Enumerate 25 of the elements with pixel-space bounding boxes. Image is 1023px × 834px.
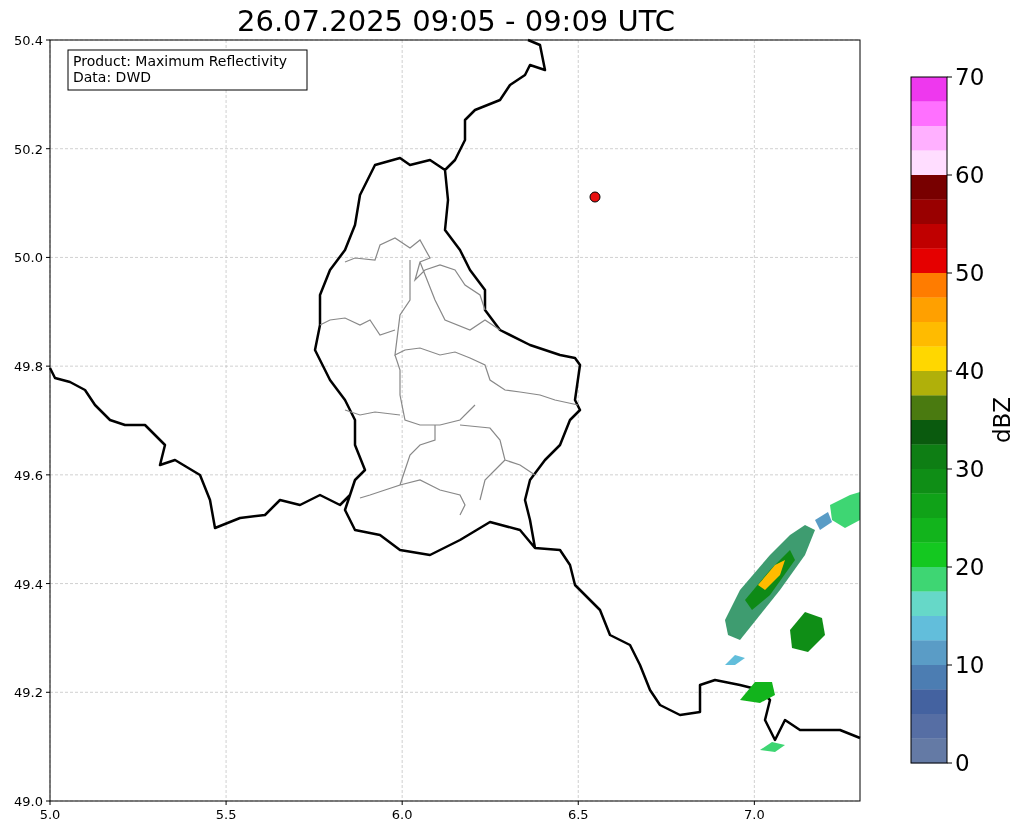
chart-title: 26.07.2025 09:05 - 09:09 UTC — [237, 4, 675, 38]
axis-tick-label: 5.5 — [215, 807, 237, 822]
axis-tick-label: 50.4 — [14, 33, 43, 48]
axis-tick-label: 49.8 — [14, 359, 43, 375]
colorbar-tick-label: 30 — [955, 456, 985, 482]
info-box: Product: Maximum Reflectivity Data: DWD — [67, 49, 308, 91]
axis-tick-label: 50.0 — [14, 250, 43, 266]
colorbar-tick-label: 40 — [955, 358, 985, 384]
axis-tick-label: 49.0 — [14, 794, 43, 809]
colorbar-tick-label: 70 — [955, 64, 985, 90]
axis-tick-label: 50.2 — [14, 141, 43, 157]
colorbar-tick-label: 50 — [955, 260, 985, 286]
axis-tick-label: 6.5 — [567, 807, 589, 822]
axis-tick-label: 6.0 — [391, 807, 413, 822]
axis-tick-label: 7.0 — [744, 807, 765, 822]
axis-tick-label: 5.0 — [39, 807, 61, 822]
colorbar-tick-label: 10 — [955, 652, 985, 678]
axis-tick-label: 49.6 — [14, 467, 43, 483]
colorbar-tick-label: 20 — [955, 554, 985, 580]
colorbar-label: dBZ — [989, 396, 1015, 444]
colorbar-tick-label: 0 — [955, 750, 970, 776]
axis-tick-label: 49.4 — [14, 576, 43, 592]
colorbar-tick-label: 60 — [955, 162, 985, 188]
location-marker — [589, 191, 601, 203]
axis-tick-label: 49.2 — [14, 685, 43, 701]
